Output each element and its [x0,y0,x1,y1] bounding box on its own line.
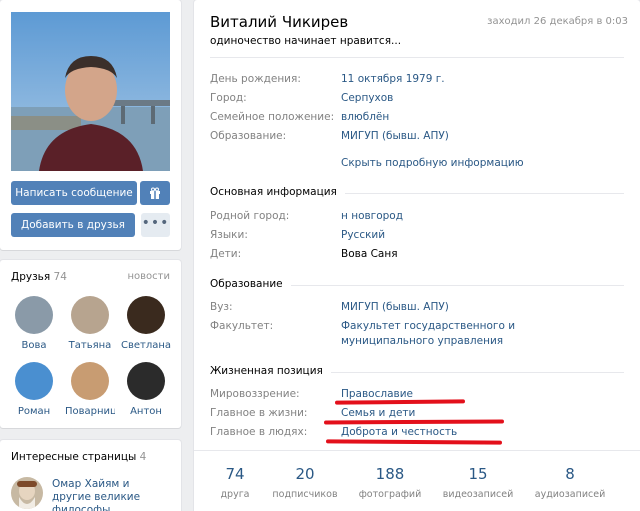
info-value[interactable]: Православие [341,387,591,401]
info-label: Главное в жизни: [210,407,308,419]
info-label: Главное в людях: [210,426,308,438]
gift-button[interactable] [140,181,170,205]
info-row-faculty: Факультет: Факультет государственного и … [210,319,624,353]
write-message-button[interactable]: Написать сообщение [11,181,137,205]
info-value[interactable]: 11 октября 1979 г. [341,72,591,86]
info-label: Город: [210,92,247,104]
last-seen: заходил 26 декабря в 0:03 [487,16,628,27]
friends-title: Друзья [11,271,51,283]
friend-item[interactable]: Вова [9,296,59,351]
info-label: Семейное положение: [210,111,335,123]
friend-name: Светлана [121,340,171,351]
avatar-card: Написать сообщение Добавить в друзья ••• [0,0,181,250]
friend-avatar [15,362,53,400]
counter-label: подписчиков [272,489,338,500]
interesting-pages-title: Интересные страницы [11,451,137,463]
section-title-main-info: Основная информация [210,186,345,198]
page-link[interactable]: Омар Хайям и другие великие философы [52,478,170,511]
profile-status[interactable]: одиночество начинает нравится... [210,35,401,47]
friend-name: Антон [130,406,162,417]
friend-avatar [71,362,109,400]
profile-photo[interactable] [11,12,170,171]
interesting-pages-header[interactable]: Интересные страницы 4 [11,451,146,463]
hide-details-link[interactable]: Скрыть подробную информацию [341,157,524,169]
counter-value: 20 [295,465,315,483]
friend-item[interactable]: Антон [121,362,171,417]
section-title-life-position: Жизненная позиция [210,365,331,377]
friend-name: Татьяна [68,340,112,351]
info-label: Языки: [210,229,248,241]
friend-avatar [127,362,165,400]
friend-avatar [127,296,165,334]
interesting-pages-count: 4 [139,451,147,463]
friend-name: Поварниц... [65,406,115,417]
info-label: Вуз: [210,301,233,313]
friend-name: Вова [21,340,47,351]
info-label: День рождения: [210,73,301,85]
counter-value: 188 [375,465,405,483]
info-value[interactable]: Факультет государственного и муниципальн… [341,319,591,349]
info-value[interactable]: н новгород [341,209,591,223]
counter-audios[interactable]: 8 аудиозаписей [525,464,615,500]
friend-item[interactable]: Светлана [121,296,171,351]
page-avatar[interactable] [11,477,43,509]
counter-label: аудиозаписей [534,489,606,500]
counter-photos[interactable]: 188 фотографий [345,464,435,500]
counter-label: фотографий [358,489,422,500]
info-label: Мировоззрение: [210,388,300,400]
friends-header[interactable]: Друзья 74 [11,271,67,283]
info-value[interactable]: Доброта и честность [341,425,591,439]
info-label: Дети: [210,248,242,260]
friend-avatar [15,296,53,334]
info-value[interactable]: МИГУП (бывш. АПУ) [341,300,591,314]
counter-label: видеозаписей [442,489,514,500]
info-value[interactable]: МИГУП (бывш. АПУ) [341,129,591,143]
info-label: Факультет: [210,320,274,332]
friends-count: 74 [53,271,67,283]
counter-followers[interactable]: 20 подписчиков [260,464,350,500]
annotation-underline [325,439,503,445]
profile-counters: 74 друга 20 подписчиков 188 фотографий 1… [194,453,640,511]
page-title: Виталий Чикирев [210,13,349,31]
profile-info-card: Виталий Чикирев одиночество начинает нра… [194,0,640,511]
section-title-education: Образование [210,278,291,290]
divider [194,450,640,451]
info-value[interactable]: Русский [341,228,591,242]
interesting-pages-card: Интересные страницы 4 Омар Хайям и други… [0,440,181,511]
info-label: Образование: [210,130,287,142]
friend-item[interactable]: Роман [9,362,59,417]
counter-value: 15 [468,465,488,483]
counter-value: 8 [565,465,575,483]
counter-videos[interactable]: 15 видеозаписей [433,464,523,500]
info-value[interactable]: влюблён [341,110,591,124]
info-value[interactable]: Семья и дети [341,406,591,420]
info-value[interactable]: Серпухов [341,91,591,105]
info-label: Родной город: [210,210,290,222]
divider [210,57,624,58]
friends-card: Друзья 74 новости Вова Татьяна Светлана … [0,260,181,428]
friend-name: Роман [17,406,51,417]
friends-news-link[interactable]: новости [128,271,171,282]
friend-item[interactable]: Поварниц... [65,362,115,417]
friend-avatar [71,296,109,334]
annotation-underline [334,399,466,405]
more-actions-button[interactable]: ••• [141,213,170,237]
friend-item[interactable]: Татьяна [65,296,115,351]
annotation-underline [323,419,505,425]
add-friend-button[interactable]: Добавить в друзья [11,213,135,237]
info-value: Вова Саня [341,248,398,260]
gift-icon [150,187,160,199]
